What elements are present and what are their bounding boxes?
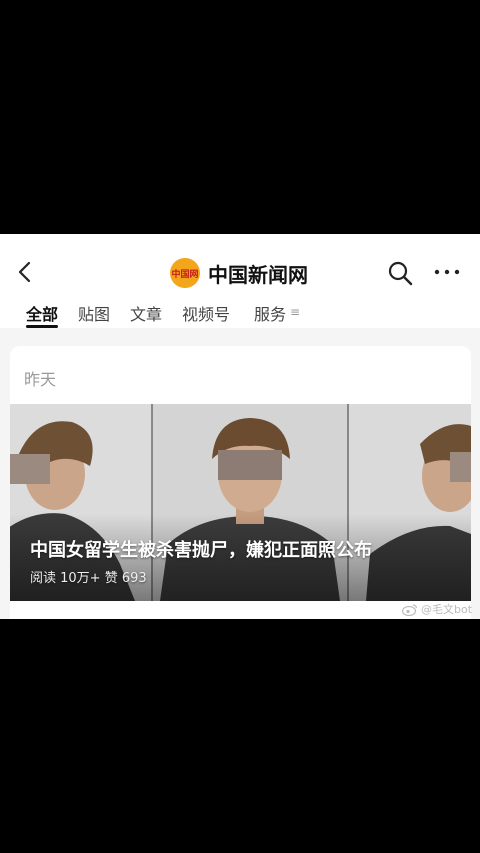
active-tab-indicator xyxy=(26,325,58,328)
post-date: 昨天 xyxy=(24,370,57,389)
tab-services[interactable]: 服务 xyxy=(254,301,286,325)
weibo-icon xyxy=(402,603,418,616)
search-icon[interactable] xyxy=(386,259,414,287)
tabs-overflow-icon[interactable]: ≡ xyxy=(290,305,300,319)
logo-text: 中国网 xyxy=(171,269,199,280)
tab-all[interactable]: 全部 xyxy=(26,301,58,325)
article-card[interactable]: 昨天 中国女留学生被杀害抛尸，嫌犯正面照公布 阅读 10万+ 赞 693 xyxy=(10,346,471,619)
account-logo: 中国网 xyxy=(170,258,200,288)
article-stats: 阅读 10万+ 赞 693 xyxy=(30,571,147,586)
watermark-text: @毛文bot xyxy=(421,603,473,616)
more-icon[interactable] xyxy=(433,260,461,284)
account-title: 中国新闻网 xyxy=(208,262,308,287)
tab-channels[interactable]: 视频号 xyxy=(182,301,230,325)
article-screen: 中国网 中国新闻网 全部 贴图 文章 视频号 服务 ≡ 昨天 中国女留学生被杀害… xyxy=(0,234,480,619)
tab-articles[interactable]: 文章 xyxy=(130,301,162,325)
article-headline[interactable]: 中国女留学生被杀害抛尸，嫌犯正面照公布 xyxy=(30,536,372,562)
tab-bar: 全部 贴图 文章 视频号 服务 ≡ xyxy=(0,296,480,328)
article-cover-image[interactable]: 中国女留学生被杀害抛尸，嫌犯正面照公布 阅读 10万+ 赞 693 xyxy=(10,404,471,601)
account-header[interactable]: 中国网 中国新闻网 xyxy=(170,258,308,288)
tab-images[interactable]: 贴图 xyxy=(78,301,110,325)
weibo-watermark: @毛文bot xyxy=(402,601,472,617)
back-arrow-icon[interactable] xyxy=(14,260,38,284)
